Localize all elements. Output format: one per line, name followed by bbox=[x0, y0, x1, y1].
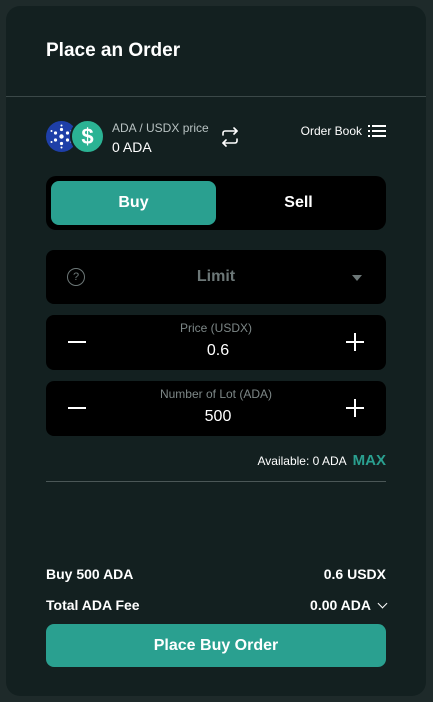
price-label: Price (USDX) bbox=[179, 321, 252, 335]
max-button[interactable]: MAX bbox=[353, 452, 386, 469]
pair-price: 0 ADA bbox=[112, 139, 152, 155]
summary-fee-value: 0.00 ADA bbox=[310, 597, 371, 613]
lot-label: Number of Lot (ADA) bbox=[159, 387, 273, 401]
price-stepper: Price (USDX) bbox=[46, 315, 386, 370]
caret-down-icon bbox=[352, 275, 362, 281]
lot-decrement-icon[interactable] bbox=[68, 407, 86, 409]
price-decrement-icon[interactable] bbox=[68, 341, 86, 343]
place-buy-order-button[interactable]: Place Buy Order bbox=[46, 624, 386, 667]
order-type-value: Limit bbox=[196, 268, 236, 285]
order-book-link[interactable]: Order Book bbox=[301, 124, 386, 138]
order-book-label: Order Book bbox=[300, 124, 362, 138]
available-text: Available: 0 ADA bbox=[257, 454, 347, 468]
page-title: Place an Order bbox=[46, 40, 181, 61]
usdx-dollar-icon: $ bbox=[70, 119, 105, 154]
pair-info: $ ADA / USDX price 0 ADA Order Book bbox=[46, 119, 386, 161]
summary-buy-label: Buy 500 ADA bbox=[46, 566, 134, 582]
lot-increment-icon[interactable] bbox=[346, 399, 364, 417]
list-icon bbox=[368, 125, 386, 137]
order-panel: Place an Order $ ADA / USDX price 0 ADA … bbox=[6, 6, 426, 696]
header-divider bbox=[6, 96, 426, 97]
price-increment-icon[interactable] bbox=[346, 333, 364, 351]
summary-buy-value: 0.6 USDX bbox=[323, 566, 386, 582]
section-divider bbox=[46, 481, 386, 482]
chevron-down-icon[interactable] bbox=[377, 598, 388, 608]
available-balance: Available: 0 ADA MAX bbox=[257, 452, 386, 469]
pair-label: ADA / USDX price bbox=[112, 121, 209, 135]
lot-input[interactable] bbox=[146, 407, 290, 427]
buy-tab[interactable]: Buy bbox=[51, 181, 216, 225]
sell-tab[interactable]: Sell bbox=[216, 181, 381, 225]
lot-stepper: Number of Lot (ADA) bbox=[46, 381, 386, 436]
summary-fee-label: Total ADA Fee bbox=[46, 597, 140, 613]
swap-icon[interactable] bbox=[220, 127, 240, 147]
order-type-select[interactable]: ? Limit bbox=[46, 250, 386, 304]
price-input[interactable] bbox=[146, 341, 290, 361]
buy-sell-toggle: Buy Sell bbox=[46, 176, 386, 230]
